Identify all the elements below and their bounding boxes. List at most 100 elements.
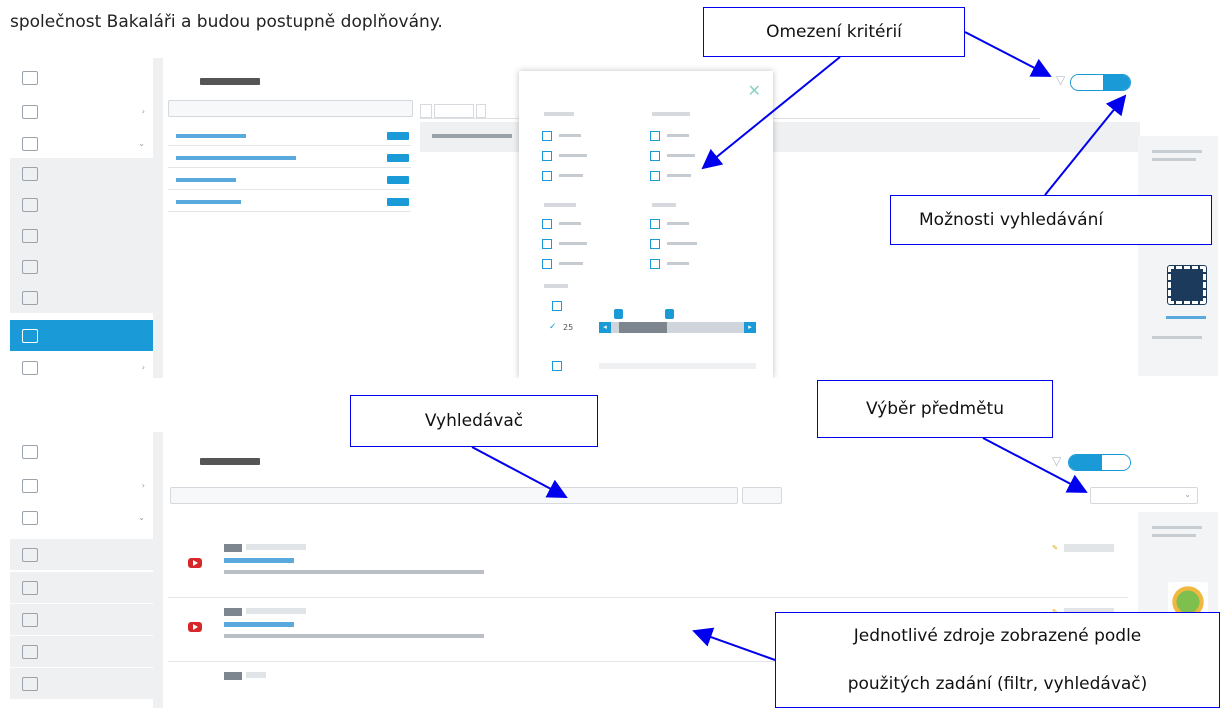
chevron-down-icon: ⌄ (1184, 490, 1191, 499)
menu-icon (22, 478, 38, 493)
youtube-icon (188, 558, 202, 568)
sidebar-item-8[interactable] (10, 668, 153, 699)
menu-icon (22, 328, 38, 343)
filter-checkbox[interactable] (650, 151, 660, 161)
sidebar-item-2[interactable]: › (10, 470, 153, 501)
slider-left-arrow[interactable]: ◂ (599, 322, 611, 333)
sidebar-item-active[interactable] (10, 320, 153, 351)
category-row[interactable] (168, 192, 411, 212)
filter-checkbox[interactable] (542, 131, 552, 141)
filter-checkbox[interactable] (650, 239, 660, 249)
filter-checkbox[interactable] (542, 171, 552, 181)
filter-checkbox[interactable] (542, 219, 552, 229)
sidebar-item-5[interactable] (10, 572, 153, 603)
callout-search-options: Možnosti vyhledávání (890, 195, 1212, 245)
search-button[interactable] (742, 487, 782, 504)
sidebar-divider (153, 58, 163, 378)
callout-criteria: Omezení kritérií (703, 7, 965, 57)
group-heading (544, 112, 574, 116)
filter-checkbox[interactable] (650, 219, 660, 229)
filter-icon[interactable]: ▽ (1056, 73, 1065, 87)
menu-icon (22, 228, 38, 243)
chevron-right-icon: › (141, 107, 145, 116)
sidebar-item-10[interactable]: › (10, 352, 153, 378)
menu-icon (22, 166, 38, 181)
sidebar-item-1[interactable] (10, 62, 153, 93)
filter-checkbox[interactable] (552, 361, 562, 371)
callout-resources-line2: použitých zadání (filtr, vyhledávač) (847, 674, 1148, 694)
callout-resources: Jednotlivé zdroje zobrazené podle použit… (775, 612, 1220, 708)
sidebar-item-3[interactable]: ⌄ (10, 502, 153, 533)
menu-icon (22, 290, 38, 305)
callout-subject: Výběr předmětu (817, 380, 1053, 438)
right-column (1138, 136, 1218, 376)
menu-icon (22, 444, 38, 459)
sidebar-item-2[interactable]: › (10, 96, 153, 127)
check-icon: ✓ (549, 322, 557, 332)
sidebar-item-8[interactable] (10, 282, 153, 313)
page-title (200, 458, 260, 465)
menu-icon (22, 136, 38, 151)
group-heading (544, 203, 576, 207)
filter-popup: ✕ ✓ 25 ◂ ▸ (519, 71, 773, 378)
pencil-icon[interactable]: ✎ (1052, 544, 1058, 552)
chevron-right-icon: › (141, 363, 145, 372)
group-heading (544, 284, 568, 288)
resource-item[interactable]: ✎ (168, 536, 1128, 598)
category-row[interactable] (168, 126, 411, 146)
menu-icon (22, 259, 38, 274)
search-input[interactable] (170, 487, 738, 504)
toggle-left[interactable] (1069, 455, 1103, 470)
filter-checkbox[interactable] (542, 239, 552, 249)
chevron-down-icon: ⌄ (138, 139, 145, 148)
sidebar-item-4[interactable] (10, 539, 153, 570)
sidebar: › ⌄ (10, 432, 153, 708)
group-heading (652, 203, 676, 207)
age-value: 25 (563, 323, 574, 332)
filter-checkbox[interactable] (650, 259, 660, 269)
chevron-down-icon: ⌄ (138, 513, 145, 522)
range-slider[interactable]: ◂ ▸ (599, 309, 756, 333)
youtube-icon (188, 622, 202, 632)
sidebar-item-4[interactable] (10, 158, 153, 189)
menu-icon (22, 70, 38, 85)
slider-handle[interactable] (665, 309, 674, 319)
toggle-right[interactable] (1102, 455, 1130, 470)
sidebar-divider (153, 432, 163, 708)
sidebar-item-3[interactable]: ⌄ (10, 128, 153, 159)
menu-icon (22, 510, 38, 525)
resource-thumbnail[interactable] (1167, 265, 1207, 305)
sidebar-item-1[interactable] (10, 436, 153, 467)
filter-checkbox[interactable] (650, 131, 660, 141)
sidebar-item-6[interactable] (10, 604, 153, 635)
filter-checkbox[interactable] (552, 301, 562, 311)
menu-icon (22, 360, 38, 375)
filter-checkbox[interactable] (542, 259, 552, 269)
menu-icon (22, 104, 38, 119)
menu-icon (22, 197, 38, 212)
category-row[interactable] (168, 170, 411, 190)
filter-icon[interactable]: ▽ (1052, 454, 1061, 468)
toggle-right[interactable] (1102, 75, 1131, 90)
category-row[interactable] (168, 148, 411, 168)
sidebar-item-5[interactable] (10, 189, 153, 220)
menu-icon (22, 547, 38, 562)
toggle-left[interactable] (1071, 75, 1103, 90)
sidebar-item-7[interactable] (10, 636, 153, 667)
sidebar-item-6[interactable] (10, 220, 153, 251)
close-icon[interactable]: ✕ (748, 81, 761, 100)
filter-checkbox[interactable] (542, 151, 552, 161)
slider-handle[interactable] (614, 309, 623, 319)
tab[interactable] (434, 104, 474, 118)
tab[interactable] (420, 104, 432, 118)
tab[interactable] (476, 104, 486, 118)
callout-searcher: Vyhledávač (350, 395, 598, 447)
slider-right-arrow[interactable]: ▸ (744, 322, 756, 333)
subject-select[interactable]: ⌄ (1090, 487, 1198, 504)
chevron-right-icon: › (141, 481, 145, 490)
category-search[interactable] (168, 100, 413, 117)
mode-toggle (1070, 74, 1132, 91)
intro-text: společnost Bakaláři a budou postupně dop… (10, 12, 443, 32)
filter-checkbox[interactable] (650, 171, 660, 181)
sidebar-item-7[interactable] (10, 251, 153, 282)
